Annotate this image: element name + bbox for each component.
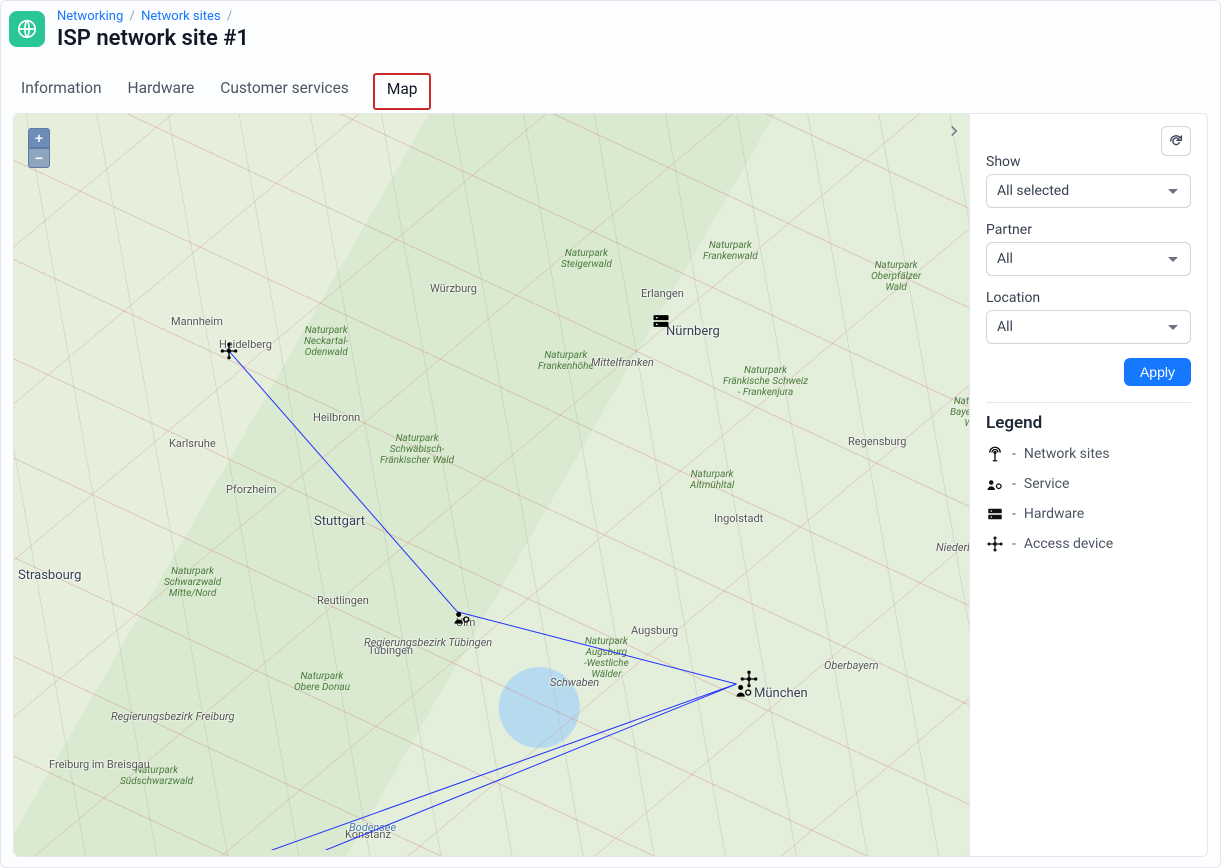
map-node-hardware[interactable]: [651, 311, 671, 331]
access-device-icon: [986, 535, 1004, 553]
map-canvas[interactable]: + − StuttgartNürnbergMünchenStrasbourgZü…: [14, 114, 969, 856]
filter-sidebar: Show All selected Partner All Location A…: [969, 114, 1207, 856]
breadcrumb: Networking / Network sites /: [57, 9, 249, 24]
map-node-service[interactable]: [452, 607, 472, 627]
breadcrumb-sep: /: [224, 9, 235, 24]
legend-item-network-sites: - Network sites: [986, 445, 1191, 463]
zoom-controls: + −: [28, 128, 50, 168]
legend-dash: -: [1012, 476, 1016, 492]
filter-show-select[interactable]: All selected: [986, 174, 1191, 208]
antenna-icon: [986, 445, 1004, 463]
refresh-icon: [1168, 133, 1184, 149]
legend-label: Service: [1024, 476, 1070, 492]
tab-hardware[interactable]: Hardware: [126, 73, 197, 109]
breadcrumb-link-networking[interactable]: Networking: [57, 9, 123, 24]
legend-item-hardware: - Hardware: [986, 505, 1191, 523]
network-link: [225, 684, 737, 850]
globe-icon: [16, 18, 38, 40]
filter-show-label: Show: [986, 154, 1191, 170]
refresh-button[interactable]: [1161, 126, 1191, 156]
network-link: [457, 612, 736, 684]
collapse-sidebar-button[interactable]: [945, 122, 963, 140]
zoom-out-button[interactable]: −: [28, 148, 50, 168]
filter-partner-select[interactable]: All: [986, 242, 1191, 276]
network-link: [108, 684, 736, 850]
map-node-access[interactable]: [739, 669, 759, 689]
legend-item-access-device: - Access device: [986, 535, 1191, 553]
breadcrumb-sep: /: [126, 9, 137, 24]
divider: [986, 402, 1191, 403]
page-title: ISP network site #1: [57, 26, 249, 51]
tabs: Information Hardware Customer services M…: [1, 51, 1220, 109]
page-container: Networking / Network sites / ISP network…: [0, 0, 1221, 868]
legend-title: Legend: [986, 413, 1191, 433]
legend: Legend - Network sites - Service: [986, 413, 1191, 553]
legend-label: Hardware: [1024, 506, 1084, 522]
legend-label: Access device: [1024, 536, 1113, 552]
filter-location: Location All: [986, 290, 1191, 344]
filter-location-label: Location: [986, 290, 1191, 306]
network-link: [227, 349, 458, 612]
filter-partner: Partner All: [986, 222, 1191, 276]
network-links-layer: [14, 114, 969, 850]
hardware-icon: [986, 505, 1004, 523]
legend-item-service: - Service: [986, 475, 1191, 493]
tab-information[interactable]: Information: [19, 73, 104, 109]
filter-partner-label: Partner: [986, 222, 1191, 238]
service-icon: [986, 475, 1004, 493]
header: Networking / Network sites / ISP network…: [1, 1, 1220, 51]
module-icon: [9, 11, 45, 47]
apply-button[interactable]: Apply: [1124, 358, 1191, 386]
map-node-access[interactable]: [219, 341, 239, 361]
filter-show: Show All selected: [986, 154, 1191, 208]
content-panel: + − StuttgartNürnbergMünchenStrasbourgZü…: [13, 113, 1208, 857]
tab-customer-services[interactable]: Customer services: [218, 73, 351, 109]
legend-dash: -: [1012, 536, 1016, 552]
legend-label: Network sites: [1024, 446, 1110, 462]
tab-map[interactable]: Map: [373, 73, 432, 110]
legend-dash: -: [1012, 506, 1016, 522]
chevron-right-icon: [945, 122, 963, 140]
breadcrumb-link-network-sites[interactable]: Network sites: [141, 9, 221, 24]
zoom-in-button[interactable]: +: [28, 128, 50, 148]
legend-dash: -: [1012, 446, 1016, 462]
filter-location-select[interactable]: All: [986, 310, 1191, 344]
